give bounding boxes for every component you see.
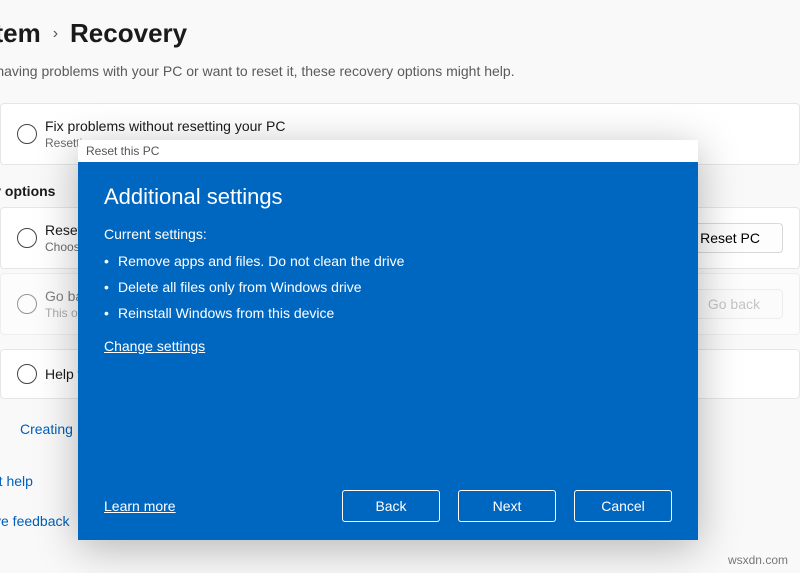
go-back-button: Go back <box>685 289 783 319</box>
breadcrumb: stem › Recovery <box>0 0 800 59</box>
dialog-heading: Additional settings <box>104 184 672 210</box>
page-description: re having problems with your PC or want … <box>0 63 800 79</box>
breadcrumb-parent[interactable]: stem <box>0 18 41 49</box>
info-icon <box>17 124 37 144</box>
list-item: Delete all files only from Windows drive <box>104 274 672 300</box>
change-settings-link[interactable]: Change settings <box>104 338 672 354</box>
breadcrumb-current: Recovery <box>70 18 187 49</box>
watermark: wsxdn.com <box>728 553 788 567</box>
next-button[interactable]: Next <box>458 490 556 522</box>
current-settings-label: Current settings: <box>104 226 672 242</box>
learn-more-link[interactable]: Learn more <box>104 498 176 514</box>
link-label[interactable]: Get help <box>0 467 33 495</box>
dialog-titlebar: Reset this PC <box>78 140 698 162</box>
link-label[interactable]: Creating <box>20 415 73 443</box>
help-icon <box>17 364 37 384</box>
list-item: Reinstall Windows from this device <box>104 300 672 326</box>
reset-icon <box>17 228 37 248</box>
reset-this-pc-dialog: Reset this PC Additional settings Curren… <box>78 140 698 540</box>
list-item: Remove apps and files. Do not clean the … <box>104 248 672 274</box>
cancel-button[interactable]: Cancel <box>574 490 672 522</box>
link-label[interactable]: Give feedback <box>0 507 70 535</box>
back-button[interactable]: Back <box>342 490 440 522</box>
chevron-right-icon: › <box>53 25 58 43</box>
current-settings-list: Remove apps and files. Do not clean the … <box>104 248 672 326</box>
card-title: Fix problems without resetting your PC <box>45 118 783 134</box>
goback-icon <box>17 294 37 314</box>
